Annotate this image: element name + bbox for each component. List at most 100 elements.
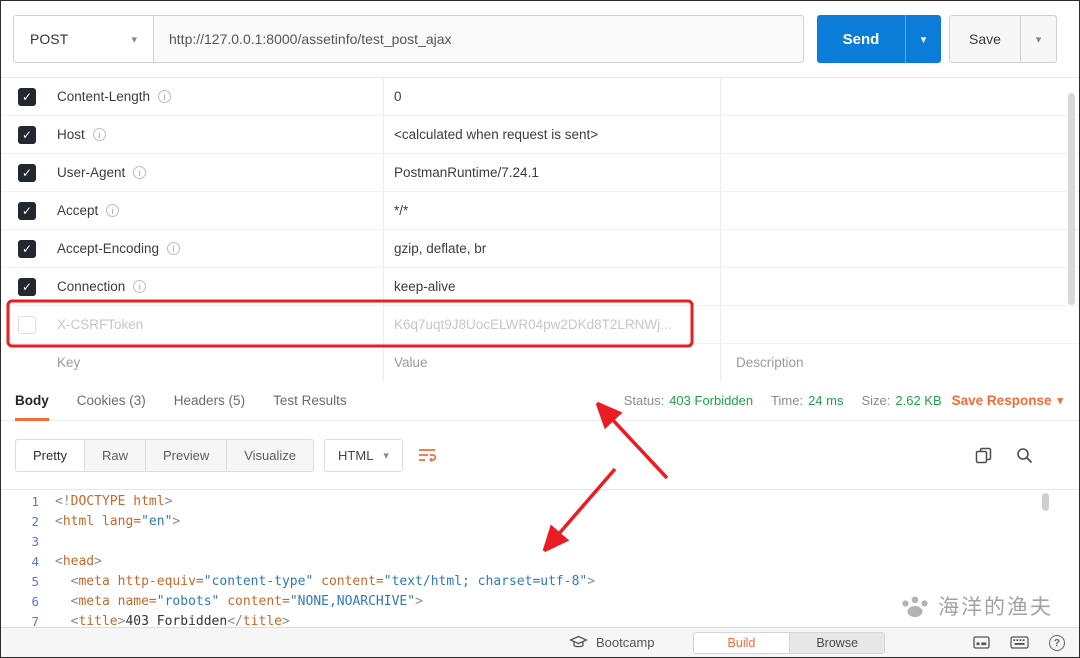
chevron-down-icon: ▾: [1057, 394, 1063, 407]
header-value-cell[interactable]: PostmanRuntime/7.24.1: [384, 154, 721, 191]
header-checkbox[interactable]: ✓: [18, 240, 36, 258]
browse-tab[interactable]: Browse: [789, 633, 884, 653]
copy-button[interactable]: [975, 447, 992, 464]
tab-cookies[interactable]: Cookies (3): [77, 381, 146, 420]
search-button[interactable]: [1016, 447, 1033, 464]
header-description-cell[interactable]: [721, 306, 1079, 343]
time-value: 24 ms: [808, 393, 843, 408]
value-placeholder: Value: [394, 355, 428, 370]
tab-headers[interactable]: Headers (5): [174, 381, 245, 420]
line-number: 6: [1, 592, 55, 612]
view-pretty[interactable]: Pretty: [16, 440, 85, 471]
header-value-cell[interactable]: K6q7uqt9J8UocELWR04pw2DKd8T2LRNWj...: [384, 306, 721, 343]
table-scrollbar-thumb[interactable]: [1068, 93, 1075, 305]
new-header-key-cell[interactable]: Key: [57, 344, 384, 381]
send-button[interactable]: Send ▾: [817, 15, 941, 63]
header-description-cell[interactable]: [721, 268, 1079, 305]
request-bar: POST ▾ http://127.0.0.1:8000/assetinfo/t…: [1, 1, 1079, 77]
check-icon: ✓: [22, 205, 32, 217]
bootcamp-button[interactable]: Bootcamp: [569, 635, 655, 650]
tab-body[interactable]: Body: [15, 381, 49, 420]
info-icon: i: [133, 280, 146, 293]
view-visualize[interactable]: Visualize: [227, 440, 313, 471]
header-checkbox[interactable]: ✓: [18, 278, 36, 296]
header-value-cell[interactable]: 0: [384, 78, 721, 115]
header-key: Accept-Encoding: [57, 241, 159, 256]
code-line: 3: [1, 532, 1079, 552]
header-checkbox[interactable]: [18, 316, 36, 334]
code-text: <!DOCTYPE html>: [55, 492, 172, 512]
watermark: 海洋的渔夫: [900, 591, 1053, 621]
header-checkbox[interactable]: ✓: [18, 88, 36, 106]
header-value-cell[interactable]: */*: [384, 192, 721, 229]
header-description-cell[interactable]: [721, 230, 1079, 267]
header-description-cell[interactable]: [721, 78, 1079, 115]
new-header-description-cell[interactable]: Description: [721, 344, 1079, 381]
header-key: Connection: [57, 279, 125, 294]
save-response-button[interactable]: Save Response ▾: [952, 393, 1063, 408]
bootcamp-label: Bootcamp: [596, 635, 655, 650]
tab-test-results[interactable]: Test Results: [273, 381, 347, 420]
header-description-cell[interactable]: [721, 116, 1079, 153]
wrap-lines-button[interactable]: [417, 447, 437, 463]
copy-icon: [975, 447, 992, 464]
line-number: 7: [1, 612, 55, 627]
format-label: HTML: [338, 448, 373, 463]
header-checkbox[interactable]: ✓: [18, 202, 36, 220]
chevron-down-icon: ▾: [921, 33, 927, 46]
chevron-down-icon: ▾: [383, 449, 389, 462]
header-checkbox[interactable]: ✓: [18, 126, 36, 144]
chevron-down-icon: ▾: [131, 33, 137, 46]
save-button[interactable]: Save ▾: [949, 15, 1057, 63]
header-value: PostmanRuntime/7.24.1: [394, 165, 539, 180]
header-key-cell[interactable]: User-Agenti: [57, 154, 384, 191]
info-icon: i: [133, 166, 146, 179]
view-raw[interactable]: Raw: [85, 440, 146, 471]
header-value-cell[interactable]: keep-alive: [384, 268, 721, 305]
header-key-cell[interactable]: Accept-Encoding i: [57, 230, 384, 267]
format-dropdown[interactable]: HTML ▾: [324, 439, 403, 472]
send-options-button[interactable]: ▾: [905, 15, 941, 63]
console-button[interactable]: [973, 636, 990, 649]
keyboard-icon: [1010, 636, 1029, 649]
send-label[interactable]: Send: [817, 15, 905, 63]
header-key-cell[interactable]: Connection i: [57, 268, 384, 305]
line-number: 5: [1, 572, 55, 592]
method-label: POST: [30, 31, 68, 47]
header-description-cell[interactable]: [721, 154, 1079, 191]
info-icon: i: [158, 90, 171, 103]
code-line: 2<html lang="en">: [1, 512, 1079, 532]
code-scrollbar-thumb[interactable]: [1042, 493, 1049, 511]
header-description-cell[interactable]: [721, 192, 1079, 229]
header-value-cell[interactable]: gzip, deflate, br: [384, 230, 721, 267]
shortcuts-button[interactable]: [1010, 636, 1029, 649]
description-placeholder: Description: [736, 355, 804, 370]
save-label[interactable]: Save: [950, 16, 1020, 62]
search-icon: [1016, 447, 1033, 464]
help-button[interactable]: ?: [1049, 635, 1065, 651]
new-header-value-cell[interactable]: Value: [384, 344, 721, 381]
build-tab[interactable]: Build: [694, 633, 790, 653]
size-label: Size:: [861, 393, 890, 408]
header-value-cell[interactable]: <calculated when request is sent>: [384, 116, 721, 153]
header-value: K6q7uqt9J8UocELWR04pw2DKd8T2LRNWj...: [394, 317, 671, 332]
line-number: 4: [1, 552, 55, 572]
size-value: 2.62 KB: [895, 393, 941, 408]
save-options-button[interactable]: ▾: [1020, 16, 1056, 62]
header-key-cell[interactable]: X-CSRFToken: [57, 306, 384, 343]
header-key-cell[interactable]: Content-Lengthi: [57, 78, 384, 115]
status-bar: Bootcamp Build Browse: [1, 627, 1079, 657]
url-input[interactable]: http://127.0.0.1:8000/assetinfo/test_pos…: [153, 15, 804, 63]
header-key: X-CSRFToken: [57, 317, 143, 332]
header-key-cell[interactable]: Hosti: [57, 116, 384, 153]
info-icon: i: [167, 242, 180, 255]
method-dropdown[interactable]: POST ▾: [13, 15, 153, 63]
header-key-cell[interactable]: Accepti: [57, 192, 384, 229]
view-preview[interactable]: Preview: [146, 440, 227, 471]
header-row-x-csrftoken: X-CSRFToken K6q7uqt9J8UocELWR04pw2DKd8T2…: [1, 306, 1079, 344]
check-icon: ✓: [22, 91, 32, 103]
header-value: <calculated when request is sent>: [394, 127, 598, 142]
header-row: ✓ Accept-Encoding i gzip, deflate, br: [1, 230, 1079, 268]
header-checkbox[interactable]: ✓: [18, 164, 36, 182]
code-text: <meta http-equiv="content-type" content=…: [55, 572, 595, 592]
